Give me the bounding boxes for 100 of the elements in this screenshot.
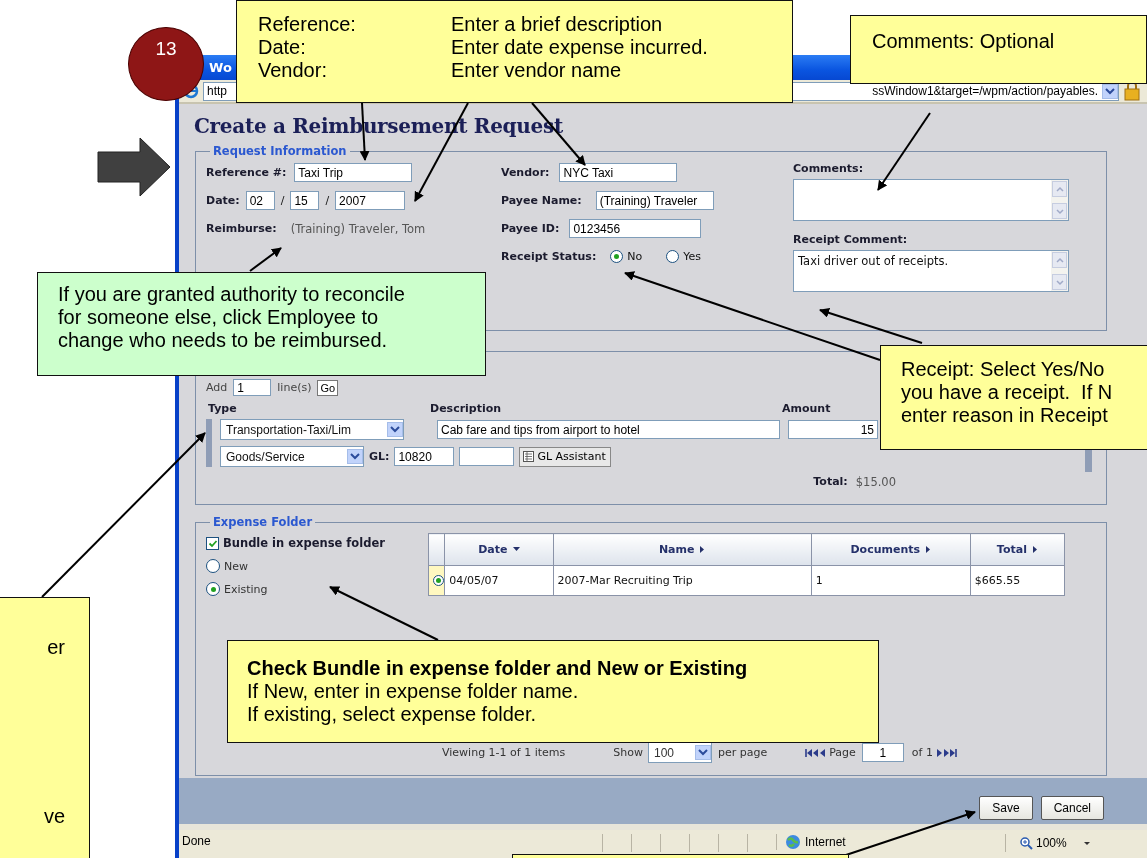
table-cell: 2007-Mar Recruiting Trip <box>557 573 693 587</box>
date-separator: / <box>325 194 330 207</box>
add-label: Add <box>206 381 228 394</box>
field-label: Date: <box>206 194 240 207</box>
column-header[interactable]: Documents <box>850 542 921 556</box>
input-field[interactable]: 2007 <box>335 191 406 210</box>
previous-page-icon[interactable] <box>819 747 827 758</box>
caret-icon[interactable] <box>1083 841 1090 845</box>
pointer-arrow <box>249 247 282 272</box>
text-area[interactable] <box>793 179 1069 221</box>
callout-label: Vendor: <box>258 59 328 82</box>
column-header[interactable]: Total <box>996 542 1027 556</box>
save-button[interactable]: Save <box>979 796 1033 820</box>
input-field[interactable]: 0123456 <box>569 219 702 238</box>
section-title: Expense Folder <box>212 515 314 529</box>
caret-icon <box>697 749 708 756</box>
item-count: Viewing 1-1 of 1 items <box>442 746 566 759</box>
table-cell: 04/05/07 <box>449 573 499 587</box>
field-label: GL: <box>369 450 390 463</box>
show-label: Show <box>613 746 643 759</box>
section-title: Request Information <box>212 144 348 158</box>
field-label: Payee ID: <box>501 222 560 235</box>
scrollbar[interactable] <box>1051 180 1068 220</box>
callout-heading: Check Bundle in expense folder and New or Existing <box>247 657 749 680</box>
field-label: Reference #: <box>206 166 287 179</box>
callout-text: Receipt: Select Yes/No you have a receipt. If N enter reason in Receipt <box>901 358 1114 427</box>
column-header: Description <box>430 402 503 415</box>
text-area[interactable]: Taxi driver out of receipts. <box>793 250 1069 292</box>
cancel-button[interactable]: Cancel <box>1040 796 1104 820</box>
step-number: 13 <box>128 27 204 101</box>
page-count: of 1 <box>911 746 933 759</box>
option-label: New <box>224 559 248 573</box>
table-cell: 1 <box>815 573 823 587</box>
field-label: Payee Name: <box>501 194 582 207</box>
list-icon <box>523 451 535 462</box>
window-title: Wo <box>209 60 232 75</box>
total-label: Total: <box>813 475 848 489</box>
column-header: Type <box>208 402 238 415</box>
per-page-label: per page <box>717 746 768 759</box>
radio-button[interactable] <box>666 250 680 263</box>
option-label: Yes <box>683 250 702 263</box>
input-field[interactable]: 15 <box>788 420 878 439</box>
table-cell: $665.55 <box>974 573 1021 587</box>
callout-text: Comments: Optional <box>872 30 1056 53</box>
field-label: Comments: <box>793 162 865 175</box>
option-label: No <box>627 250 643 263</box>
field-value: (Training) Traveler, Tom <box>290 221 426 236</box>
next-page-icon[interactable] <box>935 747 943 758</box>
callout-text: Enter a brief description <box>451 13 664 36</box>
go-button[interactable]: Go <box>317 379 339 396</box>
lock-icon <box>1123 81 1141 101</box>
address-text: http <box>207 84 227 98</box>
checkbox-label: Bundle in expense folder <box>223 536 385 550</box>
field-label: Vendor: <box>501 166 550 179</box>
column-header[interactable]: Date <box>478 542 508 556</box>
callout-text: Enter vendor name <box>451 59 623 82</box>
column-header: Amount <box>782 402 832 415</box>
callout-text: If New, enter in expense folder name. If existing, select expense folder. <box>247 680 580 726</box>
callout-label: Reference: <box>258 13 357 36</box>
scrollbar[interactable] <box>1051 251 1068 291</box>
radio-button[interactable] <box>206 559 220 573</box>
option-label: Existing <box>224 582 268 596</box>
input-field[interactable]: 1 <box>233 379 272 396</box>
page-label: Page <box>829 746 856 759</box>
input-field[interactable]: Taxi Trip <box>294 163 413 182</box>
input-field[interactable]: 1 <box>861 743 904 762</box>
unit-label: line(s) <box>277 381 312 394</box>
check-icon <box>207 538 218 548</box>
checkbox[interactable] <box>206 536 219 550</box>
input-field[interactable]: 10820 <box>394 447 455 466</box>
input-field[interactable]: (Training) Traveler <box>595 191 714 210</box>
radio-button[interactable] <box>610 250 624 263</box>
caret-icon <box>350 453 360 460</box>
type-dropdown[interactable]: Transportation-Taxi/Lim <box>220 419 404 440</box>
input-field[interactable] <box>459 447 515 466</box>
input-field[interactable]: NYC Taxi <box>559 163 678 182</box>
input-field[interactable]: 02 <box>245 191 275 210</box>
radio-button[interactable] <box>206 582 220 596</box>
caret-icon <box>1105 87 1115 95</box>
page-size-dropdown[interactable]: 100 <box>647 742 712 763</box>
callout-label: Date: <box>258 36 307 59</box>
text-area-value: Taxi driver out of receipts. <box>797 253 950 270</box>
zoom-level[interactable]: 100% <box>1036 836 1067 850</box>
column-header[interactable]: Name <box>658 542 695 556</box>
last-page-icon[interactable] <box>942 747 957 758</box>
input-field[interactable]: 15 <box>290 191 320 210</box>
field-label: Receipt Status: <box>501 250 597 263</box>
input-field[interactable]: Cab fare and tips from airport to hotel <box>437 420 780 439</box>
total-value: $15.00 <box>855 475 896 489</box>
globe-icon <box>785 834 801 850</box>
date-separator: / <box>280 194 285 207</box>
zoom-icon[interactable] <box>1020 836 1033 850</box>
row-marker-bar <box>206 419 212 467</box>
callout-text: Enter date expense incurred. <box>451 36 709 59</box>
callout-text: If you are granted authority to reconcile for someone else, click Employee to change who needs to be reimbursed. <box>58 283 406 352</box>
zone-text: Internet <box>805 835 846 849</box>
first-page-icon[interactable] <box>805 747 820 758</box>
radio-button[interactable] <box>433 574 444 586</box>
category-dropdown[interactable]: Goods/Service <box>220 446 364 467</box>
gl-assistant-button[interactable]: GL Assistant <box>519 446 611 467</box>
